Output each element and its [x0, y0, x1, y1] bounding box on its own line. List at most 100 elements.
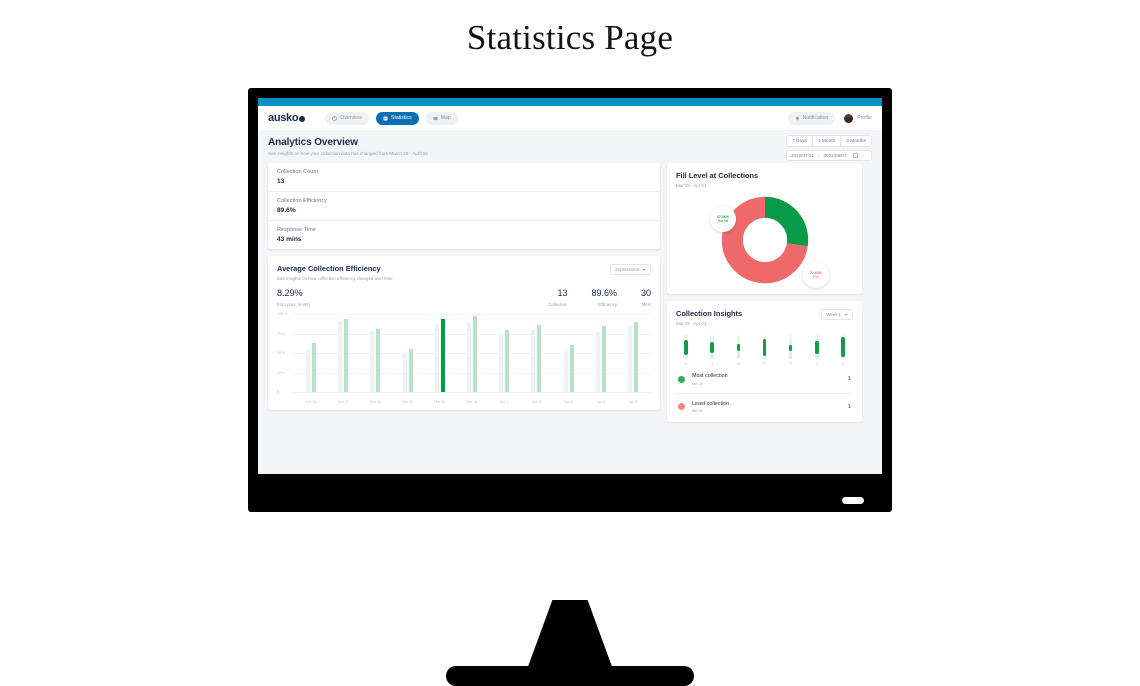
chart-bar [601, 326, 606, 392]
kpi-main-value: 8.29% [277, 288, 303, 298]
chart-bar [434, 324, 439, 392]
nav-item-map-label: Map [440, 115, 451, 121]
chart-y-axis-label: 75% [277, 331, 285, 336]
chart-bar-group [553, 314, 585, 392]
efficiency-title: Average Collection Efficiency [277, 264, 381, 273]
weekday-bar-fill [841, 337, 845, 358]
date-from[interactable]: 2022/07/31 [791, 153, 814, 158]
weekday-label: T [710, 362, 714, 366]
weekday-bar: T [758, 335, 770, 366]
donut-not-full-label: Not full [717, 219, 729, 224]
kpi-label: Efficiency [598, 302, 617, 307]
chart-bar-group [488, 314, 520, 392]
weekday-label: S [841, 362, 845, 366]
analytics-overview-subtitle: See insights on how your collection data… [268, 151, 428, 156]
stat-label: Response Time [277, 227, 316, 233]
notification-button[interactable]: Notification [787, 111, 836, 125]
chart-bar-highlight [440, 319, 445, 392]
right-column: Fill Level at Collections Mar 28 - Apr 0… [667, 163, 862, 422]
chart-y-axis-label: 50% [277, 351, 285, 355]
chart-bar [312, 342, 317, 392]
weekday-label: W [736, 362, 741, 366]
chart-bar [376, 328, 381, 392]
chart-bar [402, 353, 407, 392]
weekday-bar-track [788, 335, 793, 359]
map-icon [433, 116, 438, 121]
chart-bar-group [327, 314, 359, 392]
weekday-bar: F [785, 335, 797, 366]
nav-item-overview[interactable]: Overview [325, 111, 369, 125]
weekday-bar: S [837, 335, 849, 366]
kpi-main: 8.29% from prev. month [277, 288, 310, 307]
chart-y-axis-label: 0 [277, 390, 280, 394]
insight-title: Least collection [692, 400, 730, 407]
calendar-icon[interactable] [852, 153, 858, 158]
power-led-icon [842, 497, 864, 504]
date-to[interactable]: 2022/08/07 [824, 153, 847, 158]
week-dropdown[interactable]: Week 1 [821, 309, 853, 320]
insights-range: Mar 28 - Apr 01 [676, 321, 707, 326]
kpi-value: 30 [640, 288, 651, 298]
efficiency-kpis: 8.29% from prev. month 13 Collection 89.… [277, 288, 651, 307]
kpi-mins: 30 Mins [641, 288, 651, 307]
range-1-month[interactable]: 1 Month [812, 136, 842, 146]
chart-bar [370, 331, 375, 392]
weekday-bar: T [706, 335, 718, 366]
chart-bar [627, 325, 632, 392]
weekday-bar-fill [762, 338, 767, 356]
nav-item-overview-label: Overview [340, 115, 362, 121]
monitor-bezel: ausko Overview Statistics Map Notificati… [248, 88, 892, 512]
range-segmented-control: 7 Days 1 Month 3 Months [785, 135, 872, 147]
chart-x-axis-labels: Mar 26 Mar 27 Mar 28 Mar 29 Mar 30 Mar 31 Apr … [295, 400, 649, 404]
fill-level-donut: 27.36% Not full 72.64% Full [676, 190, 853, 290]
summary-stats-card: Collection Count 13 Collection Efficienc… [268, 163, 660, 249]
chart-x-tick: Mar 30 [434, 400, 446, 404]
insight-sub: Bin 01 [692, 409, 703, 413]
kpi-value: 89.6% [591, 288, 617, 298]
weekday-bar-track [736, 335, 741, 359]
weekday-bar-fill [710, 341, 714, 354]
app-navbar: ausko Overview Statistics Map Notificati… [258, 106, 882, 130]
chart-bar-group [295, 314, 327, 392]
range-3-months[interactable]: 3 Months [841, 136, 871, 146]
navbar-right: Notification Profile [787, 111, 872, 125]
chart-bar-group [520, 314, 552, 392]
chart-bar [338, 321, 343, 392]
collection-insights-card: Collection Insights Mar 28 - Apr 01 Week… [667, 301, 862, 422]
range-7-days[interactable]: 7 Days [786, 136, 813, 146]
monitor-base [446, 666, 694, 686]
chart-bar [505, 330, 510, 392]
impressions-dropdown[interactable]: Impressions [610, 264, 651, 275]
donut-segment [763, 196, 808, 247]
stat-collection-count: Collection Count 13 [268, 163, 660, 192]
chart-x-tick: Apr 4 [596, 400, 606, 404]
chart-x-tick: Apr 1 [499, 400, 509, 404]
stat-label: Collection Count [277, 169, 319, 175]
kpi-label: Collection [548, 302, 568, 307]
chart-x-tick: Mar 29 [402, 400, 414, 404]
bell-icon [795, 116, 800, 121]
donut-label-not-full: 27.36% Not full [710, 206, 736, 232]
notification-label: Notification [802, 115, 829, 121]
chart-bar [531, 329, 536, 392]
chart-bar-group [585, 314, 617, 392]
weekday-bar-track [814, 335, 819, 359]
dashboard-grid: Collection Count 13 Collection Efficienc… [268, 163, 872, 422]
profile-button[interactable]: Profile [844, 113, 872, 123]
chart-x-tick: Mar 31 [466, 400, 478, 404]
date-range-input[interactable]: 2022/07/31 - 2022/08/07 [785, 150, 872, 161]
app-screen: ausko Overview Statistics Map Notificati… [258, 98, 882, 474]
weekday-bar-fill [684, 340, 688, 355]
chart-icon [383, 116, 388, 121]
nav-items: Overview Statistics Map [325, 111, 458, 125]
stat-response-time: Response Time 43 mins [268, 221, 660, 249]
brand-logo[interactable]: ausko [268, 112, 306, 124]
nav-item-map[interactable]: Map [425, 111, 458, 125]
globe-icon [299, 116, 306, 122]
weekday-label: M [684, 362, 688, 366]
kpi-collection: 13 Collection [548, 288, 567, 307]
nav-item-statistics[interactable]: Statistics [375, 111, 419, 125]
chart-y-axis-label: 100 % [277, 312, 288, 316]
chart-x-tick: Mar 28 [369, 400, 382, 404]
left-column: Collection Count 13 Collection Efficienc… [268, 163, 660, 422]
